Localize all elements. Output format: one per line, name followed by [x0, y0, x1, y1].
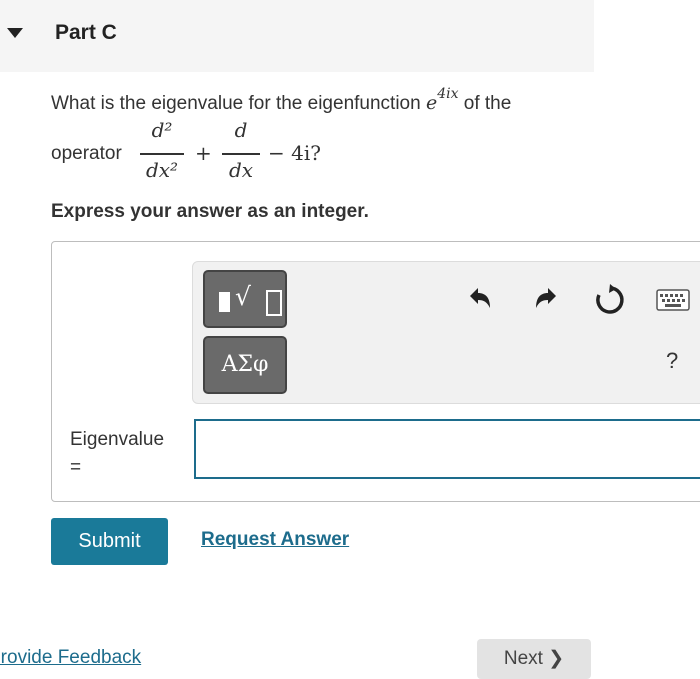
- part-header[interactable]: Part C: [0, 0, 594, 72]
- submit-button[interactable]: Submit: [51, 518, 168, 565]
- question-suffix: of the: [463, 93, 512, 114]
- eigenfunction-exponent: 4ix: [437, 86, 459, 102]
- request-answer-link[interactable]: Request Answer: [201, 529, 349, 551]
- templates-button[interactable]: √: [203, 270, 287, 328]
- reset-icon[interactable]: [594, 284, 626, 316]
- fraction-denominator: dx²: [145, 158, 179, 182]
- operator-label: operator: [51, 143, 122, 164]
- placeholder-box-icon: [266, 290, 282, 316]
- operator-tail: − 4i?: [268, 141, 321, 165]
- provide-feedback-link[interactable]: Provide Feedback: [0, 647, 141, 669]
- eigenvalue-input[interactable]: [194, 419, 700, 479]
- eigenfunction-base: e: [425, 92, 438, 114]
- collapse-caret-icon[interactable]: [7, 28, 23, 38]
- eigenvalue-label: Eigenvalue =: [70, 426, 164, 482]
- next-button[interactable]: Next ❯: [477, 639, 591, 679]
- fraction-numerator: d²: [151, 118, 173, 142]
- fraction-second-derivative: d² dx²: [140, 118, 184, 190]
- fraction-bar: [140, 153, 184, 155]
- templates-sqrt-icon: [219, 292, 230, 312]
- eigenfunction: e4ix: [425, 86, 459, 114]
- redo-icon[interactable]: [530, 283, 562, 315]
- fraction-bar: [222, 153, 260, 155]
- fraction-first-derivative: d dx: [222, 118, 260, 190]
- eigenvalue-equals: =: [70, 457, 82, 478]
- part-title: Part C: [55, 21, 117, 44]
- question-prefix: What is the eigenvalue for the eigenfunc…: [51, 93, 421, 114]
- undo-icon[interactable]: [464, 283, 496, 315]
- fraction-denominator: dx: [228, 158, 254, 182]
- question-line-1: What is the eigenvalue for the eigenfunc…: [51, 86, 512, 115]
- radical-glyph: √: [235, 282, 251, 311]
- plus-operator: +: [195, 141, 212, 165]
- help-button[interactable]: ?: [666, 348, 678, 374]
- symbols-button[interactable]: ΑΣφ: [203, 336, 287, 394]
- fraction-numerator: d: [234, 118, 248, 142]
- answer-instruction: Express your answer as an integer.: [51, 201, 369, 222]
- eigenvalue-label-text: Eigenvalue: [70, 429, 165, 450]
- keyboard-icon[interactable]: [656, 289, 690, 311]
